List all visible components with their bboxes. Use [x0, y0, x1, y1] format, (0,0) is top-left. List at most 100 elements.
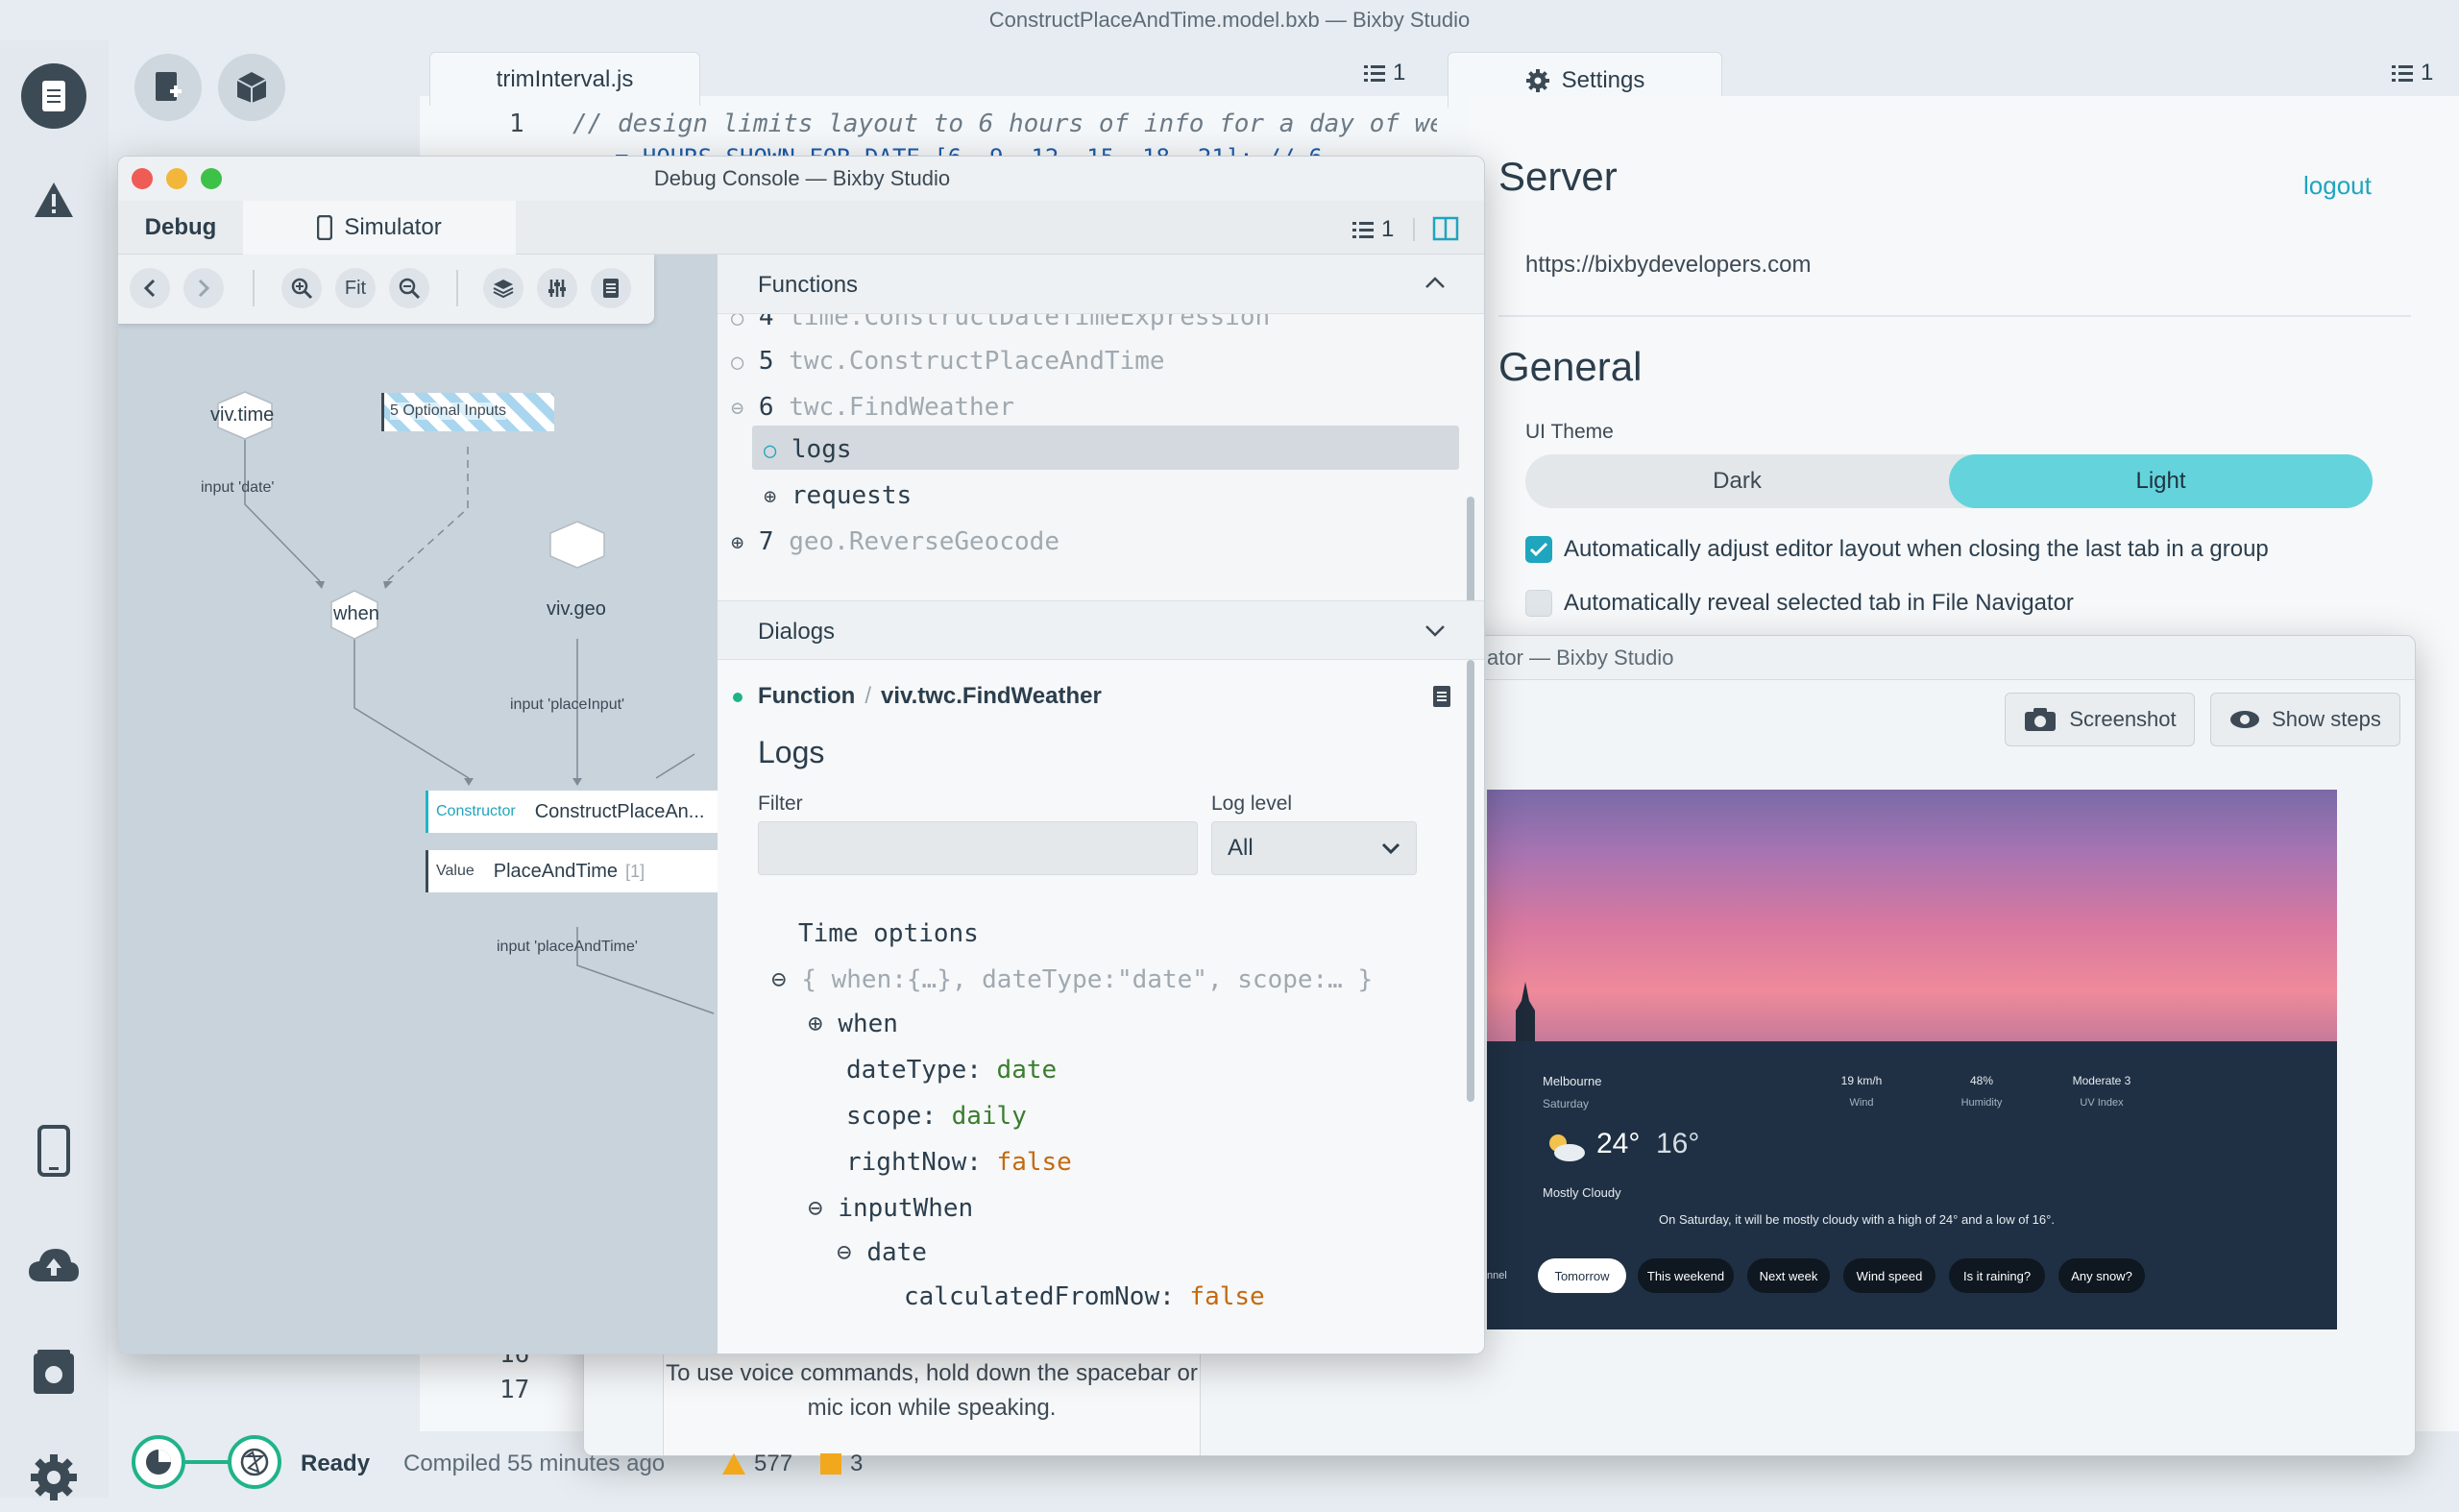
warning-icon[interactable] [19, 165, 88, 234]
theme-toggle: Dark Light [1525, 454, 2373, 508]
temp-low: 16° [1656, 1128, 1700, 1159]
package-icon[interactable] [218, 54, 285, 121]
graph-panel[interactable]: Fit viv.time 5 Optional Inputs input 'da… [118, 255, 718, 1353]
chip-tomorrow[interactable]: Tomorrow [1538, 1258, 1626, 1293]
wind-value: 19 km/h [1840, 1074, 1883, 1087]
list-icon [1352, 222, 1374, 238]
check-icon [1529, 542, 1548, 557]
general-heading: General [1498, 344, 1643, 389]
option2-checkbox[interactable] [1525, 590, 1552, 617]
loglevel-select[interactable]: All [1211, 821, 1417, 875]
debug-tab-row: Debug Simulator 1 [118, 201, 1484, 255]
document-icon[interactable] [1432, 685, 1451, 708]
dialogs-title: Dialogs [758, 619, 836, 645]
dialogs-header[interactable]: Dialogs [718, 600, 1484, 660]
chip-partial[interactable]: nnel [1487, 1258, 1507, 1293]
show-steps-button[interactable]: Show steps [2210, 693, 2400, 746]
activity-bar [0, 40, 109, 1500]
debug-list-count[interactable]: 1 [1352, 216, 1394, 243]
camera-icon [2025, 708, 2057, 731]
chip-next-week[interactable]: Next week [1747, 1258, 1830, 1293]
node-when[interactable]: when [333, 603, 379, 625]
cloud-upload-icon[interactable] [19, 1232, 88, 1301]
line-number: 17 [499, 1376, 530, 1404]
wind-label: Wind [1849, 1097, 1874, 1109]
tree-date[interactable]: ⊖ date [837, 1238, 927, 1267]
option1-checkbox[interactable] [1525, 536, 1552, 563]
function-item[interactable]: ○ 5 twc.ConstructPlaceAndTime [731, 347, 1165, 376]
function-detail: Function / viv.twc.FindWeather Logs Filt… [718, 660, 1484, 1353]
error-count[interactable]: 3 [819, 1451, 863, 1477]
chip-any-snow[interactable]: Any snow? [2058, 1258, 2145, 1293]
chip-wind-speed[interactable]: Wind speed [1843, 1258, 1936, 1293]
theme-light-option[interactable]: Light [1949, 454, 2373, 508]
node-viv-geo[interactable]: viv.geo [547, 598, 606, 621]
selected-row [752, 426, 1459, 470]
function-item[interactable]: ○ 4 time.ConstructDateTimeExpression [731, 314, 1270, 331]
new-file-icon[interactable] [134, 54, 202, 121]
tab-triminterval[interactable]: trimInterval.js [429, 52, 700, 106]
debug-title: Debug Console — Bixby Studio [653, 166, 951, 190]
settings-list-count[interactable]: 1 [2392, 60, 2433, 86]
constructor-node[interactable]: Constructor ConstructPlaceAn... [426, 791, 718, 833]
network-status-icon[interactable] [228, 1435, 281, 1489]
partly-cloudy-icon [1549, 1134, 1585, 1161]
crumb-kind[interactable]: Function [758, 683, 855, 710]
edge-label-place: input 'placeInput' [510, 696, 625, 713]
screenshot-label: Screenshot [2069, 707, 2177, 731]
device-icon[interactable] [19, 1116, 88, 1185]
function-item[interactable]: ⊕ 7 geo.ReverseGeocode [731, 527, 1059, 556]
scrollbar[interactable] [1467, 660, 1474, 1102]
edge-label-placeandtime: input 'placeAndTime' [497, 939, 638, 955]
warning-count[interactable]: 577 [721, 1451, 792, 1477]
device-icon [317, 215, 333, 240]
voice-hint-line2: mic icon while speaking. [807, 1395, 1057, 1421]
gear-icon [1525, 68, 1549, 92]
zoom-button[interactable] [201, 168, 222, 189]
tree-root[interactable]: ⊖ { when:{…}, dateType:"date", scope:… } [771, 965, 1373, 994]
status-dot [733, 693, 743, 702]
tab-debug[interactable]: Debug [118, 201, 243, 255]
function-item[interactable]: ⊖ 6 twc.FindWeather [731, 393, 1014, 422]
optional-inputs-node[interactable]: 5 Optional Inputs [381, 393, 554, 431]
expand-icon: ⊕ [731, 531, 744, 555]
files-icon[interactable] [19, 61, 88, 131]
debug-detail-panel: Functions ○ 4 time.ConstructDateTimeExpr… [718, 255, 1484, 1353]
chip-this-weekend[interactable]: This weekend [1638, 1258, 1734, 1293]
library-icon[interactable] [19, 1337, 88, 1406]
logs-heading: Logs [758, 735, 825, 769]
minimize-button[interactable] [166, 168, 187, 189]
split-view-icon[interactable] [1432, 216, 1459, 241]
gear-icon[interactable] [19, 1443, 88, 1512]
circle-icon: ○ [731, 314, 744, 330]
simulator-title: ator — Bixby Studio [1487, 646, 1674, 670]
value-tag: Value [436, 863, 475, 879]
node-viv-time[interactable]: viv.time [210, 404, 274, 427]
tree-inputwhen[interactable]: ⊖ inputWhen [808, 1194, 973, 1223]
show-steps-label: Show steps [2272, 707, 2381, 731]
build-status-icon[interactable] [132, 1435, 185, 1489]
collapse-icon: ⊖ [731, 397, 744, 421]
logout-link[interactable]: logout [2303, 171, 2372, 201]
close-button[interactable] [132, 168, 153, 189]
filter-label: Filter [758, 793, 803, 815]
tree-datetype: dateType: date [846, 1056, 1058, 1085]
tree-when[interactable]: ⊕ when [808, 1010, 898, 1038]
function-item-requests[interactable]: ⊕ requests [764, 481, 912, 510]
screenshot-button[interactable]: Screenshot [2005, 693, 2195, 746]
divider [1413, 218, 1415, 241]
scrollbar[interactable] [1467, 497, 1474, 610]
functions-header[interactable]: Functions [718, 255, 1484, 314]
filter-input[interactable] [758, 821, 1198, 875]
collapse-icon: ⊖ [771, 965, 787, 994]
weather-card: Melbourne Saturday 24° 16° Mostly Cloudy… [1487, 790, 2337, 1329]
weather-day: Saturday [1543, 1097, 1590, 1110]
function-item-logs[interactable]: ○ logs [764, 435, 852, 464]
theme-dark-option[interactable]: Dark [1525, 454, 1949, 508]
tab-simulator[interactable]: Simulator [243, 201, 516, 255]
collapse-icon: ⊖ [837, 1238, 852, 1267]
editor-list-count[interactable]: 1 [1364, 60, 1405, 86]
value-node[interactable]: Value PlaceAndTime [1] [426, 850, 718, 892]
tower-silhouette [1516, 982, 1535, 1041]
chip-is-it-raining[interactable]: Is it raining? [1949, 1258, 2045, 1293]
